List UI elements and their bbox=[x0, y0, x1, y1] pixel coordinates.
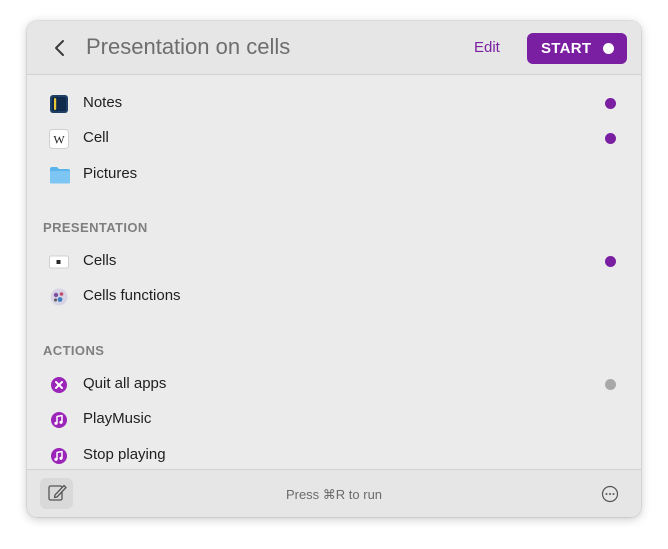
start-button-label: START bbox=[541, 40, 592, 57]
music-note-icon bbox=[49, 446, 69, 466]
list-item-cell[interactable]: W Cell bbox=[27, 121, 641, 155]
svg-text:W: W bbox=[53, 133, 65, 147]
more-options-button[interactable] bbox=[601, 485, 619, 503]
list-item-cells-functions[interactable]: Cells functions bbox=[27, 279, 641, 313]
wikipedia-icon: W bbox=[49, 129, 69, 149]
status-dot-active bbox=[605, 256, 616, 267]
quit-circle-icon bbox=[49, 375, 69, 395]
item-label: Cells functions bbox=[83, 287, 181, 304]
presentation-window: Presentation on cells Edit START Notes W… bbox=[27, 21, 641, 517]
status-dot-active bbox=[605, 133, 616, 144]
page-title: Presentation on cells bbox=[86, 34, 291, 59]
item-label: Notes bbox=[83, 94, 123, 111]
item-label: Cells bbox=[83, 252, 117, 269]
list-item-quit-all-apps[interactable]: Quit all apps bbox=[27, 367, 641, 401]
notes-app-icon bbox=[49, 94, 69, 114]
item-label: PlayMusic bbox=[83, 410, 152, 427]
music-note-icon bbox=[49, 410, 69, 430]
section-title-presentation: PRESENTATION bbox=[43, 220, 148, 235]
status-dot-active bbox=[605, 98, 616, 109]
item-label: Cell bbox=[83, 129, 109, 146]
list-item-notes[interactable]: Notes bbox=[27, 86, 641, 120]
list-item-cells[interactable]: Cells bbox=[27, 244, 641, 278]
list-item-playmusic[interactable]: PlayMusic bbox=[27, 402, 641, 436]
cells-image-icon bbox=[49, 287, 69, 307]
edit-button[interactable]: Edit bbox=[474, 39, 500, 56]
item-label: Pictures bbox=[83, 165, 138, 182]
back-button[interactable] bbox=[51, 36, 71, 60]
list-item-stop-playing[interactable]: Stop playing bbox=[27, 438, 641, 472]
start-status-dot bbox=[603, 43, 614, 54]
keynote-document-icon bbox=[49, 252, 69, 272]
status-dot-inactive bbox=[605, 379, 616, 390]
item-label: Stop playing bbox=[83, 446, 166, 463]
section-title-actions: ACTIONS bbox=[43, 343, 105, 358]
list-item-pictures[interactable]: Pictures bbox=[27, 157, 641, 191]
header-bar: Presentation on cells Edit START bbox=[27, 21, 641, 75]
run-hint: Press ⌘R to run bbox=[285, 487, 383, 502]
start-button[interactable]: START bbox=[527, 33, 627, 64]
ellipsis-circle-icon bbox=[601, 485, 619, 503]
item-label: Quit all apps bbox=[83, 375, 167, 392]
chevron-left-icon bbox=[55, 40, 64, 56]
folder-icon bbox=[49, 165, 70, 185]
footer-bar: Press ⌘R to run bbox=[27, 469, 641, 517]
